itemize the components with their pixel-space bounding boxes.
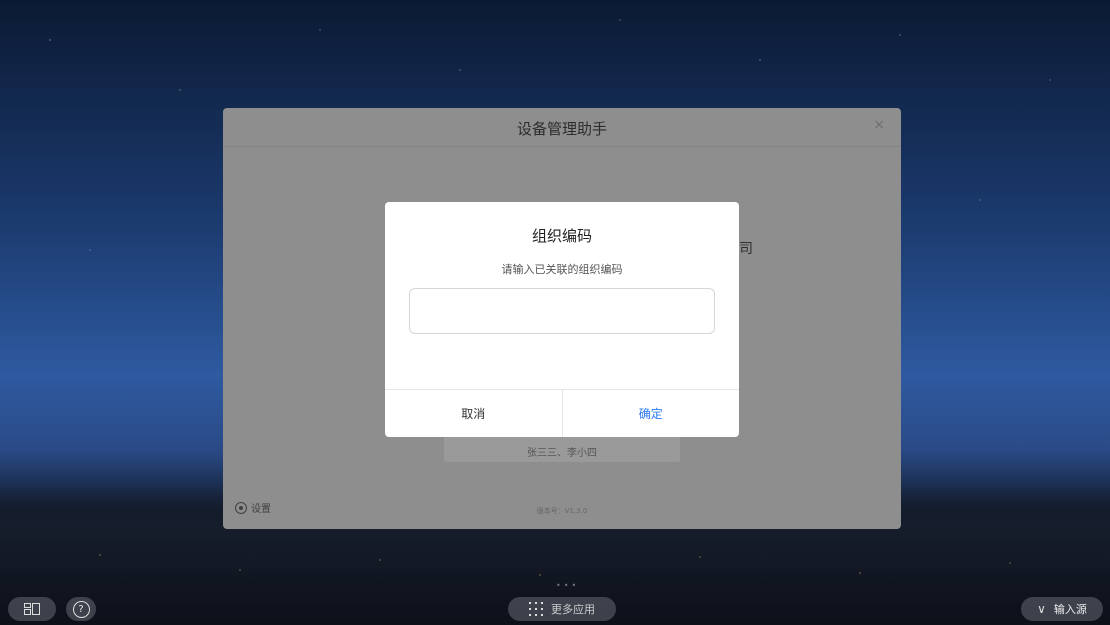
confirm-button[interactable]: 确定 [563, 390, 740, 437]
dialog-title: 组织编码 [531, 227, 592, 245]
help-icon: ? [72, 600, 90, 618]
company-name-fragment: 司 [739, 241, 753, 257]
dialog-subtitle: 请输入已关联的组织编码 [501, 263, 623, 276]
dialog-footer: 取消 确定 [385, 389, 739, 437]
cancel-button[interactable]: 取消 [385, 390, 563, 437]
page-indicator: ••• [556, 581, 580, 590]
version-text: 版本号：V1.3.0 [536, 507, 588, 515]
help-button[interactable]: ? [66, 597, 96, 621]
more-apps-label: 更多应用 [551, 603, 595, 616]
apps-grid-icon [529, 602, 543, 616]
window-title: 设备管理助手 [516, 120, 607, 138]
input-source-button[interactable]: ∨ 输入源 [1021, 597, 1103, 621]
layout-button[interactable] [8, 597, 56, 621]
close-icon[interactable]: × [873, 117, 885, 133]
window-header: 设备管理助手 × [223, 108, 901, 147]
layout-grid-icon [24, 603, 40, 615]
input-source-label: 输入源 [1053, 603, 1087, 616]
more-apps-button[interactable]: 更多应用 [508, 597, 616, 621]
chevron-down-icon: ∨ [1037, 602, 1046, 616]
members-text: 张三三、李小四 [527, 448, 597, 459]
org-code-input[interactable] [409, 288, 715, 334]
org-code-dialog: 组织编码 请输入已关联的组织编码 取消 确定 [385, 202, 739, 437]
